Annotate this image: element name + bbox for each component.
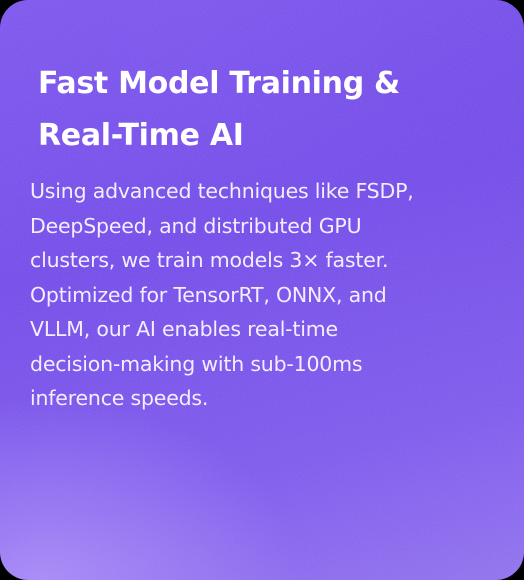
card-description: Using advanced techniques like FSDP, Dee…: [30, 174, 510, 416]
card-title-line-1: Fast Model Training &: [38, 66, 400, 101]
description-line: VLLM, our AI enables real-time: [30, 317, 338, 341]
description-line: Using advanced techniques like FSDP,: [30, 179, 414, 203]
description-line: DeepSpeed, and distributed GPU: [30, 213, 362, 238]
feature-card: Fast Model Training & Real-Time AI Using…: [0, 0, 524, 580]
description-line: Optimized for TensorRT, ONNX, and: [30, 282, 387, 307]
card-title: Fast Model Training & Real-Time AI: [38, 58, 498, 162]
description-line: decision-making with sub-100ms: [30, 351, 363, 376]
card-title-line-2: Real-Time AI: [38, 118, 244, 153]
description-line: clusters, we train models 3× faster.: [30, 248, 389, 272]
description-line: inference speeds.: [30, 386, 209, 410]
